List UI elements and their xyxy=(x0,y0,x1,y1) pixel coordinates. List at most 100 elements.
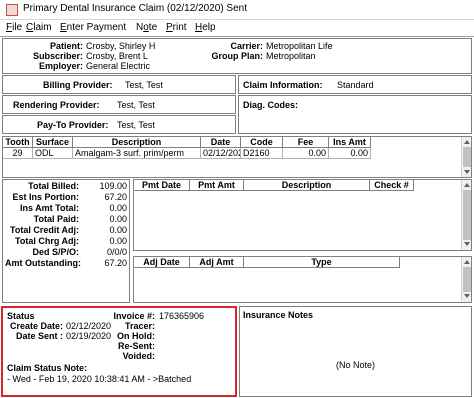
claim-information-label: Claim Information: xyxy=(243,80,323,90)
col-header-check-number[interactable]: Check # xyxy=(370,180,414,191)
status-label: Status xyxy=(7,311,35,321)
total-paid-value: 0.00 xyxy=(109,214,127,224)
col-header-ins-amt[interactable]: Ins Amt xyxy=(329,137,371,148)
scroll-up-icon[interactable] xyxy=(464,140,470,144)
tracer-label: Tracer: xyxy=(124,321,155,331)
menu-file[interactable]: File xyxy=(6,22,22,33)
col-header-adj-type[interactable]: Type xyxy=(244,257,400,268)
payments-grid[interactable]: Pmt Date Pmt Amt Description Check # xyxy=(133,179,472,251)
table-row[interactable]: 29 ODL Amalgam-3 surf. prim/perm 02/12/2… xyxy=(3,148,371,159)
patient-label: Patient: xyxy=(49,41,83,51)
amt-outstanding-value: 67.20 xyxy=(104,258,127,268)
claim-status-note-value: - Wed - Feb 19, 2020 10:38:41 AM - >Batc… xyxy=(7,374,192,384)
totals-panel: Total Billed: 109.00 Est Ins Portion: 67… xyxy=(2,179,130,303)
scroll-down-icon[interactable] xyxy=(464,294,470,298)
adjustments-scrollbar[interactable] xyxy=(461,257,471,302)
cell-fee: 0.00 xyxy=(283,148,329,159)
app-icon xyxy=(6,4,18,16)
billing-provider-value: Test, Test xyxy=(125,80,163,90)
col-header-description[interactable]: Description xyxy=(73,137,201,148)
menu-claim[interactable]: Claim xyxy=(26,22,52,33)
est-ins-portion-value: 67.20 xyxy=(104,192,127,202)
col-header-surface[interactable]: Surface xyxy=(33,137,73,148)
payto-provider-label: Pay-To Provider: xyxy=(37,120,109,130)
adjustments-grid[interactable]: Adj Date Adj Amt Type xyxy=(133,256,472,303)
col-header-tooth[interactable]: Tooth xyxy=(3,137,33,148)
menu-bar: File Claim Enter Payment Note Print Help xyxy=(0,20,474,37)
amt-outstanding-label: Amt Outstanding: xyxy=(5,258,81,268)
total-chrg-adj-value: 0.00 xyxy=(109,236,127,246)
diag-codes-panel[interactable]: Diag. Codes: xyxy=(238,95,472,134)
date-sent-label: Date Sent : xyxy=(15,331,63,341)
menu-note[interactable]: Note xyxy=(136,22,157,33)
carrier-value: Metropolitan Life xyxy=(266,41,333,51)
ins-amt-total-value: 0.00 xyxy=(109,203,127,213)
cell-code: D2160 xyxy=(241,148,283,159)
est-ins-portion-label: Est Ins Portion: xyxy=(12,192,79,202)
ded-spo-label: Ded S/P/O: xyxy=(32,247,79,257)
cell-ins-amt: 0.00 xyxy=(329,148,371,159)
scroll-thumb[interactable] xyxy=(463,267,471,292)
payto-provider-value: Test, Test xyxy=(117,120,155,130)
total-paid-label: Total Paid: xyxy=(33,214,79,224)
cell-date: 02/12/2020 xyxy=(201,148,241,159)
col-header-adj-date[interactable]: Adj Date xyxy=(134,257,190,268)
claim-status-note-label: Claim Status Note: xyxy=(7,363,88,373)
carrier-label: Carrier: xyxy=(230,41,263,51)
procedures-grid[interactable]: Tooth Surface Description Date Code Fee … xyxy=(2,136,472,178)
col-header-pmt-description[interactable]: Description xyxy=(244,180,370,191)
diag-codes-label: Diag. Codes: xyxy=(243,100,299,110)
voided-label: Voided: xyxy=(122,351,155,361)
employer-value: General Electric xyxy=(86,61,151,71)
total-chrg-adj-label: Total Chrg Adj: xyxy=(15,236,79,246)
scroll-thumb[interactable] xyxy=(463,147,471,167)
scroll-up-icon[interactable] xyxy=(464,183,470,187)
total-credit-adj-label: Total Credit Adj: xyxy=(10,225,79,235)
insurance-notes-panel[interactable]: Insurance Notes (No Note) xyxy=(239,306,472,397)
menu-enter-payment[interactable]: Enter Payment xyxy=(60,22,126,33)
total-billed-value: 109.00 xyxy=(99,181,127,191)
payments-scrollbar[interactable] xyxy=(461,180,471,250)
col-header-pmt-amt[interactable]: Pmt Amt xyxy=(190,180,244,191)
scroll-thumb[interactable] xyxy=(463,190,471,240)
cell-description: Amalgam-3 surf. prim/perm xyxy=(73,148,201,159)
title-bar: Primary Dental Insurance Claim (02/12/20… xyxy=(0,0,474,20)
total-billed-label: Total Billed: xyxy=(28,181,79,191)
col-header-code[interactable]: Code xyxy=(241,137,283,148)
scroll-down-icon[interactable] xyxy=(464,170,470,174)
procedures-scrollbar[interactable] xyxy=(461,137,471,177)
total-credit-adj-value: 0.00 xyxy=(109,225,127,235)
menu-print[interactable]: Print xyxy=(166,22,187,33)
col-header-date[interactable]: Date xyxy=(201,137,241,148)
rendering-provider-value: Test, Test xyxy=(117,100,155,110)
patient-value: Crosby, Shirley H xyxy=(86,41,156,51)
col-header-adj-amt[interactable]: Adj Amt xyxy=(190,257,244,268)
create-date-label: Create Date: xyxy=(9,321,63,331)
re-sent-label: Re-Sent: xyxy=(117,341,155,351)
subscriber-value: Crosby, Brent L xyxy=(86,51,148,61)
col-header-pmt-date[interactable]: Pmt Date xyxy=(134,180,190,191)
rendering-provider-panel[interactable]: Rendering Provider: Test, Test xyxy=(2,95,236,114)
payto-provider-panel[interactable]: Pay-To Provider: Test, Test xyxy=(2,115,236,134)
claim-information-value: Standard xyxy=(337,80,374,90)
cell-tooth: 29 xyxy=(3,148,33,159)
billing-provider-panel[interactable]: Billing Provider: Test, Test xyxy=(2,75,236,94)
claim-header-panel: Patient: Crosby, Shirley H Subscriber: C… xyxy=(2,38,472,74)
scroll-up-icon[interactable] xyxy=(464,260,470,264)
claim-information-panel[interactable]: Claim Information: Standard xyxy=(238,75,472,94)
billing-provider-label: Billing Provider: xyxy=(43,80,113,90)
claim-status-panel: Status Invoice #: 176365906 Create Date:… xyxy=(1,306,237,397)
rendering-provider-label: Rendering Provider: xyxy=(13,100,100,110)
insurance-notes-empty: (No Note) xyxy=(335,360,375,370)
menu-help[interactable]: Help xyxy=(195,22,216,33)
window-title: Primary Dental Insurance Claim (02/12/20… xyxy=(23,3,247,14)
invoice-label: Invoice #: xyxy=(113,311,155,321)
on-hold-label: On Hold: xyxy=(117,331,155,341)
employer-label: Employer: xyxy=(38,61,83,71)
subscriber-label: Subscriber: xyxy=(32,51,83,61)
ded-spo-value: 0/0/0 xyxy=(106,247,127,257)
col-header-fee[interactable]: Fee xyxy=(283,137,329,148)
insurance-notes-label: Insurance Notes xyxy=(243,310,314,320)
group-plan-label: Group Plan: xyxy=(211,51,264,61)
scroll-down-icon[interactable] xyxy=(464,242,470,246)
